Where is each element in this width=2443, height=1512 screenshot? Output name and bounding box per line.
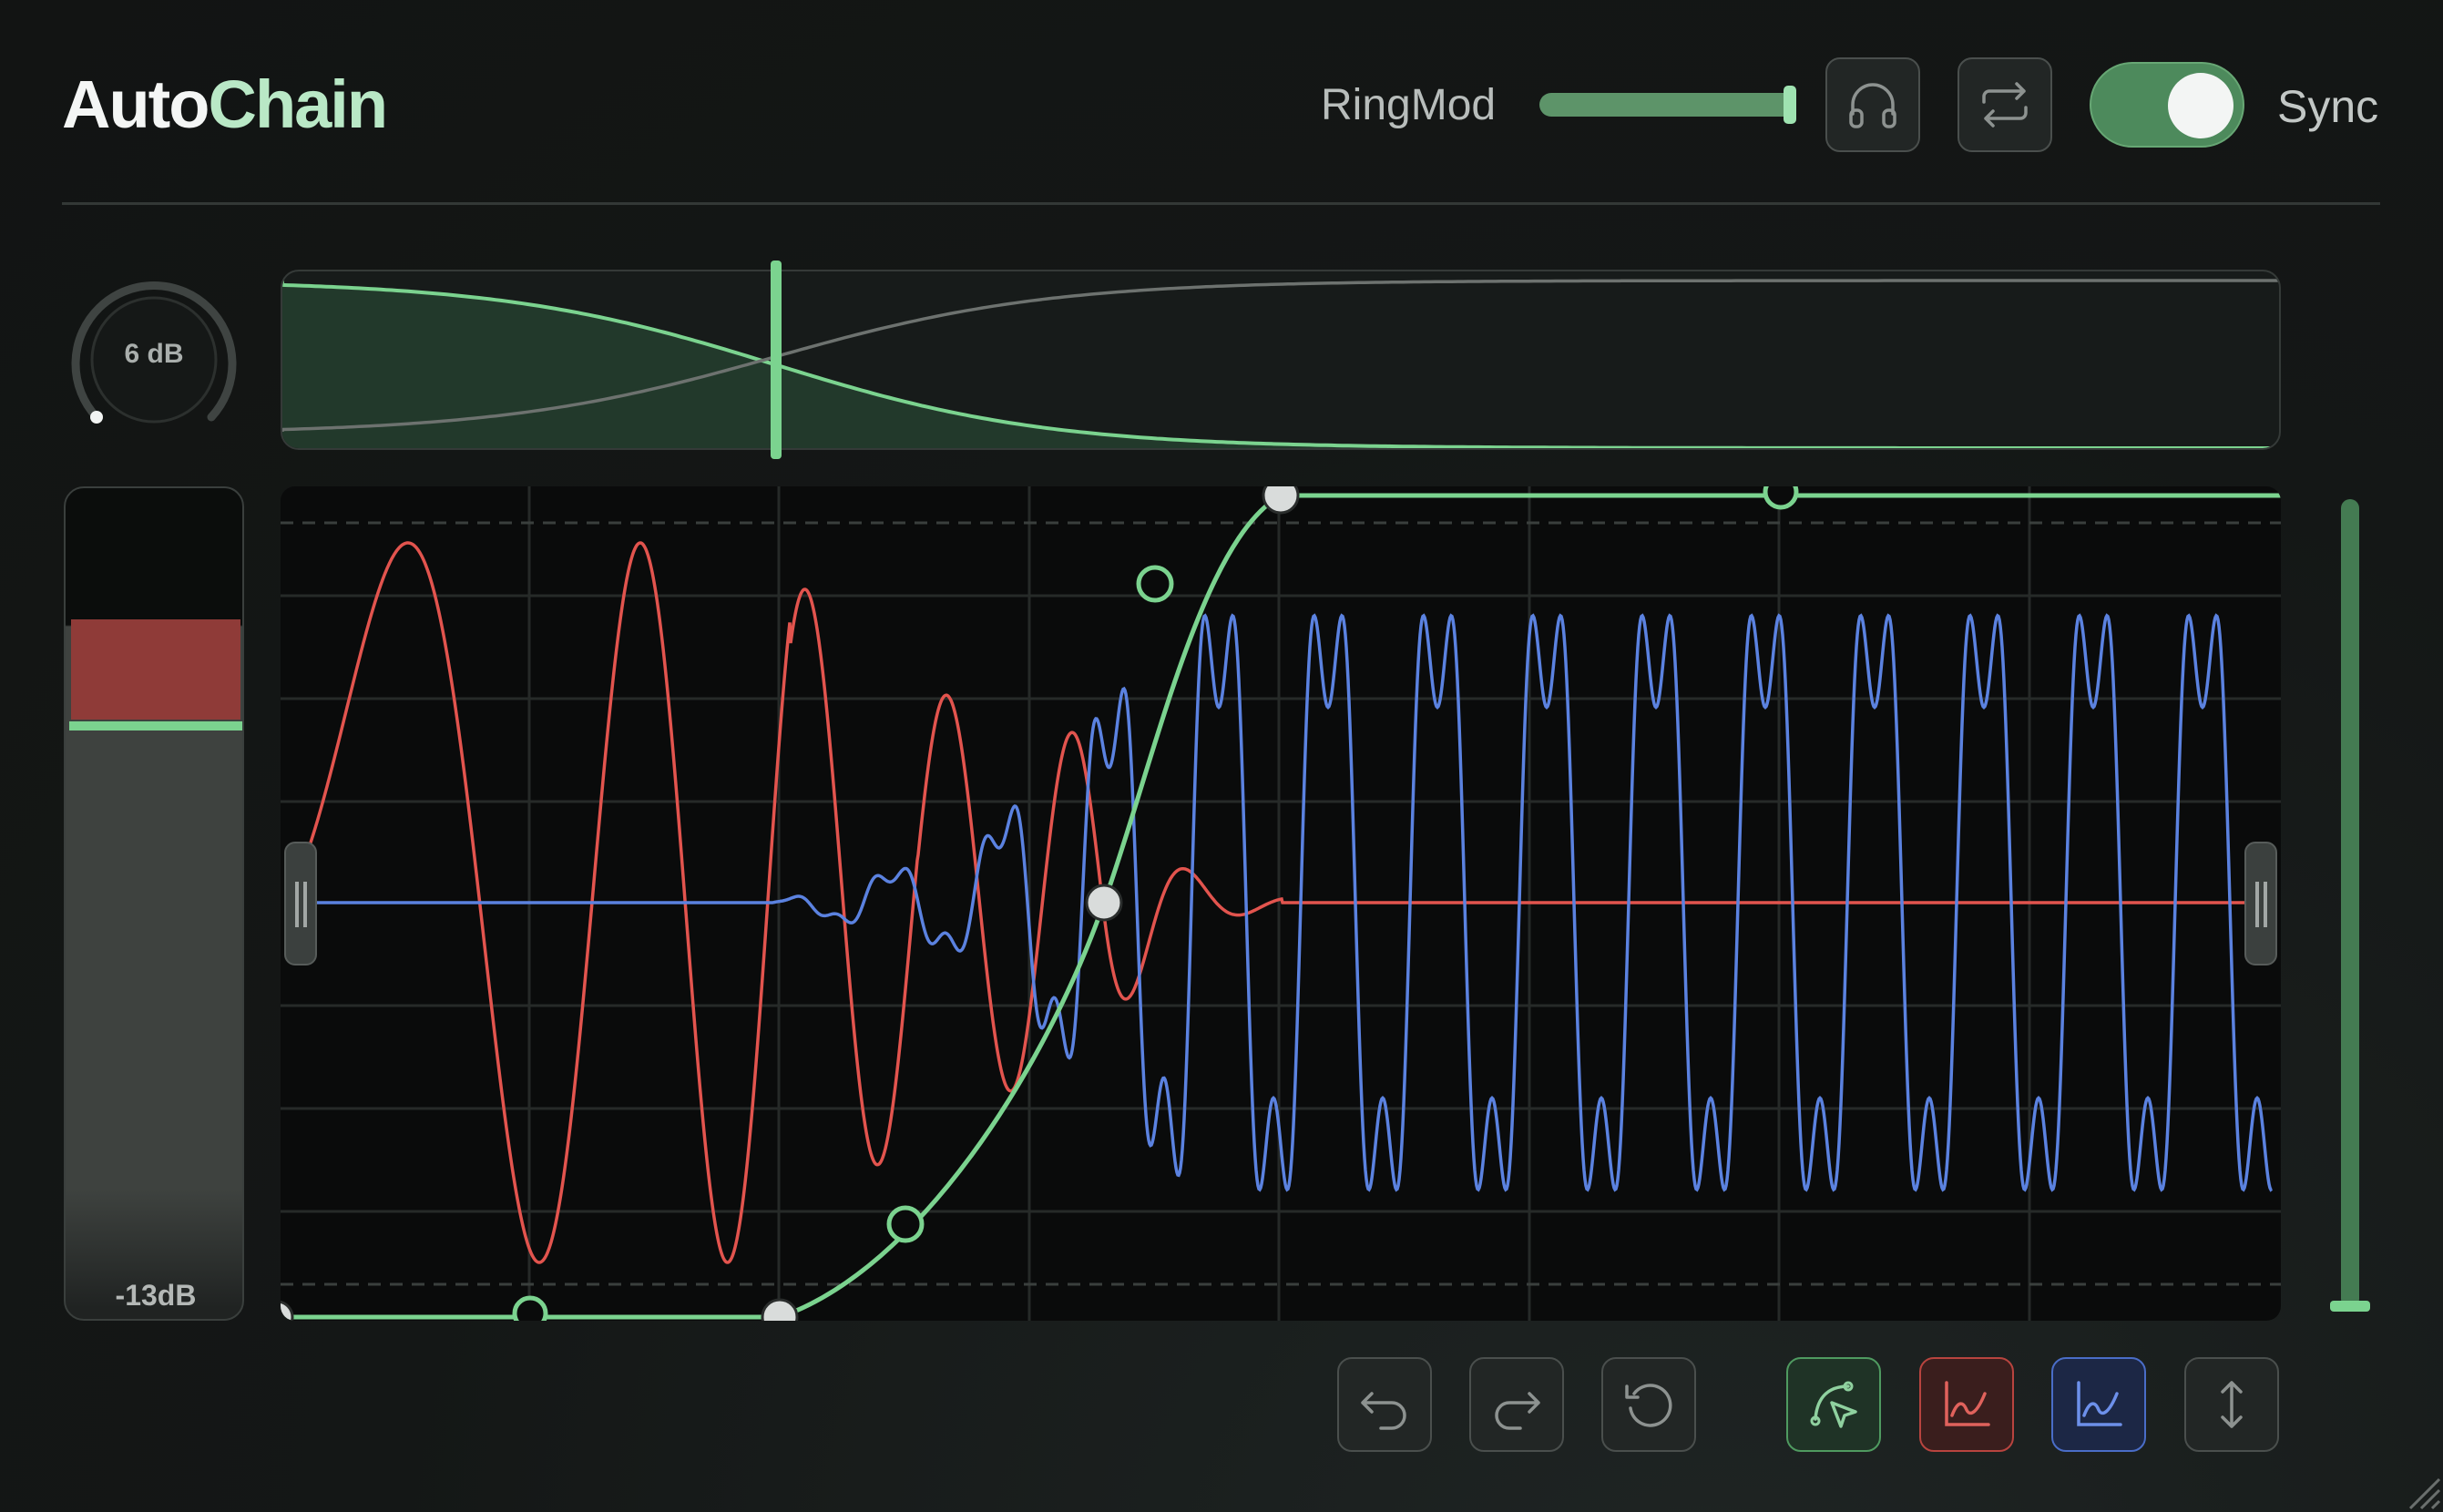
meter-value: -13dB bbox=[115, 1279, 197, 1312]
sync-label: Sync bbox=[2277, 81, 2379, 132]
curve-pointer-icon bbox=[1810, 1381, 1857, 1428]
vertical-arrows-icon bbox=[2221, 1381, 2243, 1428]
red-curve-button[interactable] bbox=[1919, 1357, 2014, 1452]
app-title-part1: Auto bbox=[62, 66, 210, 142]
waveform-graph[interactable] bbox=[281, 486, 2281, 1321]
waveform-canvas bbox=[281, 486, 2281, 1321]
curve-handle-top-flat[interactable] bbox=[1763, 486, 1799, 510]
header-divider bbox=[62, 202, 2380, 205]
meter-peak-zone bbox=[71, 619, 240, 720]
redo-button[interactable] bbox=[1469, 1357, 1564, 1452]
curve-top-point[interactable] bbox=[1262, 486, 1300, 515]
swap-arrows-icon bbox=[1982, 82, 2028, 128]
blue-curve-button[interactable] bbox=[2051, 1357, 2146, 1452]
ringmod-label: RingMod bbox=[1321, 81, 1497, 129]
output-fader-thumb[interactable] bbox=[2330, 1301, 2370, 1312]
resize-grip-icon[interactable] bbox=[2405, 1474, 2441, 1510]
level-meter[interactable]: -13dB bbox=[64, 486, 244, 1321]
curve-handle-upper[interactable] bbox=[1136, 565, 1174, 603]
redo-icon bbox=[1495, 1392, 1540, 1430]
sync-toggle-knob bbox=[2168, 73, 2233, 138]
curve-start-point[interactable] bbox=[281, 1300, 294, 1321]
knob-indicator-dot bbox=[90, 411, 103, 424]
crossfade-panel[interactable] bbox=[281, 270, 2281, 450]
crossfade-handle[interactable] bbox=[771, 261, 782, 459]
app-title-part2: Chain bbox=[208, 66, 389, 142]
reset-icon bbox=[1625, 1384, 1672, 1427]
crossfade-curves bbox=[282, 275, 2279, 448]
knob-value: 6 dB bbox=[124, 339, 184, 369]
headphones-icon bbox=[1849, 83, 1896, 128]
left-range-handle[interactable] bbox=[284, 842, 317, 965]
meter-threshold-line[interactable] bbox=[69, 721, 242, 730]
ringmod-slider[interactable] bbox=[1539, 93, 1796, 117]
app-title: AutoChain bbox=[62, 66, 389, 143]
swap-button[interactable] bbox=[1957, 57, 2052, 152]
transition-curve[interactable] bbox=[281, 493, 2281, 1320]
red-curve-icon bbox=[1945, 1381, 1990, 1426]
curve-center-point[interactable] bbox=[1085, 884, 1123, 922]
curve-bottom-point[interactable] bbox=[761, 1298, 799, 1321]
right-range-handle[interactable] bbox=[2244, 842, 2277, 965]
headphones-button[interactable] bbox=[1825, 57, 1920, 152]
undo-button[interactable] bbox=[1337, 1357, 1432, 1452]
ringmod-slider-thumb[interactable] bbox=[1784, 86, 1796, 124]
blue-curve-icon bbox=[2077, 1381, 2122, 1426]
curve-handle-bottom-flat[interactable] bbox=[512, 1295, 548, 1321]
sync-toggle[interactable] bbox=[2090, 62, 2244, 148]
undo-icon bbox=[1361, 1392, 1406, 1430]
curve-handle-lower[interactable] bbox=[886, 1205, 925, 1243]
output-fader[interactable] bbox=[2341, 499, 2359, 1308]
vertical-resize-button[interactable] bbox=[2184, 1357, 2279, 1452]
reset-button[interactable] bbox=[1601, 1357, 1696, 1452]
curve-edit-button[interactable] bbox=[1786, 1357, 1881, 1452]
